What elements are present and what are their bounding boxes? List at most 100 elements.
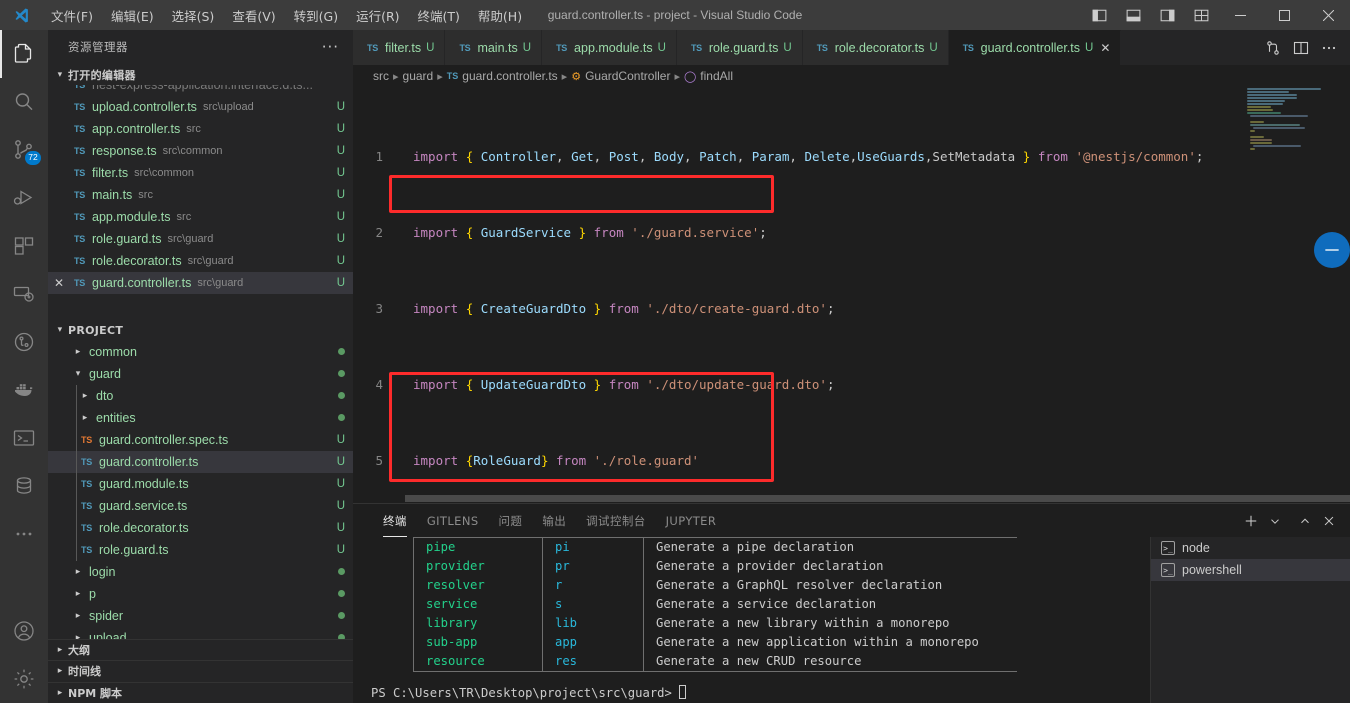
tree-folder-guard[interactable]: ▾ guard — [48, 363, 353, 385]
sidebar-section-npm-scripts[interactable]: ▸ NPM 脚本 — [48, 681, 353, 703]
menu-selection[interactable]: 选择(S) — [163, 2, 224, 29]
tree-file-row-selected[interactable]: TS guard.controller.ts U — [48, 450, 353, 473]
tree-file-row[interactable]: TS guard.module.ts U — [48, 472, 353, 495]
open-editor-row[interactable]: TS role.guard.ts src\guard U — [48, 228, 353, 250]
menu-bar[interactable]: 文件(F) 编辑(E) 选择(S) 查看(V) 转到(G) 运行(R) 终端(T… — [42, 2, 531, 29]
tree-folder-common[interactable]: ▸ common — [48, 341, 353, 363]
window-close-button[interactable] — [1306, 0, 1350, 30]
panel-tab-gitlens[interactable]: GITLENS — [417, 504, 489, 537]
title-bar-actions — [1082, 0, 1350, 30]
open-editor-row[interactable]: TS role.decorator.ts src\guard U — [48, 250, 353, 272]
activity-run-debug-icon[interactable] — [0, 174, 48, 222]
close-panel-icon[interactable] — [1318, 507, 1340, 535]
terminal-profile-chevron-down-icon[interactable] — [1264, 507, 1286, 535]
breadcrumb-class[interactable]: GuardController — [585, 69, 670, 83]
terminal-cursor — [679, 685, 687, 699]
menu-view[interactable]: 查看(V) — [223, 2, 284, 29]
sidebar-section-timeline[interactable]: ▸ 时间线 — [48, 660, 353, 681]
tree-folder-spider[interactable]: ▸ spider — [48, 605, 353, 627]
terminal-list-item-node[interactable]: >_ node — [1151, 537, 1350, 559]
open-editor-row[interactable]: TS app.controller.ts src U — [48, 118, 353, 140]
open-editor-row[interactable]: TS filter.ts src\common U — [48, 162, 353, 184]
tree-folder-dto[interactable]: ▸ dto — [48, 384, 353, 407]
tree-folder-login[interactable]: ▸ login — [48, 561, 353, 583]
source-control-compare-icon[interactable] — [1260, 34, 1286, 62]
breadcrumb-src[interactable]: src — [373, 69, 389, 83]
breadcrumb-method[interactable]: findAll — [700, 69, 733, 83]
panel-tab-problems[interactable]: 问题 — [489, 504, 533, 537]
window-minimize-button[interactable] — [1218, 0, 1262, 30]
breadcrumb[interactable]: src ▸ guard ▸ TS guard.controller.ts ▸ ⚙… — [353, 65, 1350, 87]
open-editors-section-header[interactable]: ▾ 打开的编辑器 — [48, 64, 353, 85]
typescript-file-icon: TS — [556, 42, 567, 53]
schematic-description: Generate a provider declaration — [656, 559, 884, 573]
terminal-output[interactable]: pipe pi Generate a pipe declaration prov… — [353, 537, 1150, 703]
activity-account-icon[interactable] — [0, 607, 48, 655]
activity-more-icon[interactable] — [0, 510, 48, 558]
tab-role-decorator-ts[interactable]: TS role.decorator.ts U — [802, 30, 949, 65]
customize-layout-icon[interactable] — [1184, 0, 1218, 30]
open-editor-row[interactable]: TS nest-express-application.interface.d.… — [48, 85, 353, 96]
panel-tab-output[interactable]: 输出 — [532, 504, 576, 537]
menu-help[interactable]: 帮助(H) — [469, 2, 531, 29]
panel-tab-terminal[interactable]: 终端 — [373, 504, 417, 537]
close-editor-icon[interactable]: ✕ — [48, 276, 70, 290]
breadcrumb-file[interactable]: guard.controller.ts — [462, 69, 557, 83]
open-editor-row[interactable]: TS response.ts src\common U — [48, 140, 353, 162]
menu-go[interactable]: 转到(G) — [285, 2, 347, 29]
open-editor-row-active[interactable]: ✕ TS guard.controller.ts src\guard U — [48, 272, 353, 295]
activity-terminal-icon[interactable] — [0, 414, 48, 462]
scrollbar-thumb[interactable] — [405, 495, 1350, 502]
new-terminal-icon[interactable] — [1240, 507, 1262, 535]
sidebar-section-outline[interactable]: ▸ 大纲 — [48, 639, 353, 660]
menu-terminal[interactable]: 终端(T) — [409, 2, 469, 29]
activity-settings-gear-icon[interactable] — [0, 655, 48, 703]
tree-folder-p[interactable]: ▸ p — [48, 583, 353, 605]
tab-guard-controller-ts[interactable]: TS guard.controller.ts U ✕ — [948, 30, 1122, 65]
activity-explorer-icon[interactable] — [0, 30, 48, 78]
toggle-primary-sidebar-icon[interactable] — [1082, 0, 1116, 30]
tab-filter-ts[interactable]: TS filter.ts U — [353, 30, 446, 65]
terminal-prompt-line[interactable]: PS C:\Users\TR\Desktop\project\src\guard… — [371, 684, 1150, 703]
editor-more-actions-icon[interactable] — [1316, 34, 1342, 62]
activity-extensions-icon[interactable] — [0, 222, 48, 270]
activity-docker-icon[interactable] — [0, 366, 48, 414]
assistant-bubble-icon[interactable] — [1314, 232, 1350, 268]
tree-file-row[interactable]: TS role.guard.ts U — [48, 538, 353, 561]
activity-database-icon[interactable] — [0, 462, 48, 510]
panel-tab-jupyter[interactable]: JUPYTER — [656, 504, 727, 537]
window-maximize-button[interactable] — [1262, 0, 1306, 30]
tree-file-row[interactable]: TS guard.controller.spec.ts U — [48, 428, 353, 451]
tree-folder-entities[interactable]: ▸ entities — [48, 406, 353, 429]
toggle-panel-icon[interactable] — [1116, 0, 1150, 30]
split-editor-icon[interactable] — [1288, 34, 1314, 62]
menu-file[interactable]: 文件(F) — [42, 2, 102, 29]
menu-run[interactable]: 运行(R) — [347, 2, 408, 29]
activity-search-icon[interactable] — [0, 78, 48, 126]
tree-file-row[interactable]: TS role.decorator.ts U — [48, 516, 353, 539]
maximize-panel-icon[interactable] — [1294, 507, 1316, 535]
activity-remote-explorer-icon[interactable] — [0, 270, 48, 318]
open-editor-row[interactable]: TS upload.controller.ts src\upload U — [48, 96, 353, 118]
tab-main-ts[interactable]: TS main.ts U — [445, 30, 543, 65]
code-editor[interactable]: 1 import { Controller, Get, Post, Body, … — [353, 87, 1350, 503]
tree-folder-upload[interactable]: ▸ upload — [48, 627, 353, 639]
open-editor-row[interactable]: TS app.module.ts src U — [48, 206, 353, 228]
tab-role-guard-ts[interactable]: TS role.guard.ts U — [676, 30, 803, 65]
editor-minimap[interactable] — [1241, 87, 1336, 503]
tab-close-icon[interactable]: ✕ — [1100, 41, 1110, 55]
activity-gitlens-icon[interactable] — [0, 318, 48, 366]
tree-file-row[interactable]: TS guard.service.ts U — [48, 494, 353, 517]
terminal-list-item-powershell[interactable]: >_ powershell — [1151, 559, 1350, 581]
editor-horizontal-scrollbar[interactable] — [353, 493, 1350, 503]
project-section-header[interactable]: ▾ PROJECT — [48, 320, 353, 341]
sidebar-more-icon[interactable]: ··· — [322, 38, 345, 56]
menu-edit[interactable]: 编辑(E) — [102, 2, 163, 29]
open-editor-name: guard.controller.ts — [92, 276, 192, 291]
open-editor-row[interactable]: TS main.ts src U — [48, 184, 353, 206]
panel-tab-debug-console[interactable]: 调试控制台 — [576, 504, 656, 537]
toggle-secondary-sidebar-icon[interactable] — [1150, 0, 1184, 30]
activity-source-control-icon[interactable]: 72 — [0, 126, 48, 174]
tab-app-module-ts[interactable]: TS app.module.ts U — [542, 30, 677, 65]
breadcrumb-guard[interactable]: guard — [403, 69, 434, 83]
